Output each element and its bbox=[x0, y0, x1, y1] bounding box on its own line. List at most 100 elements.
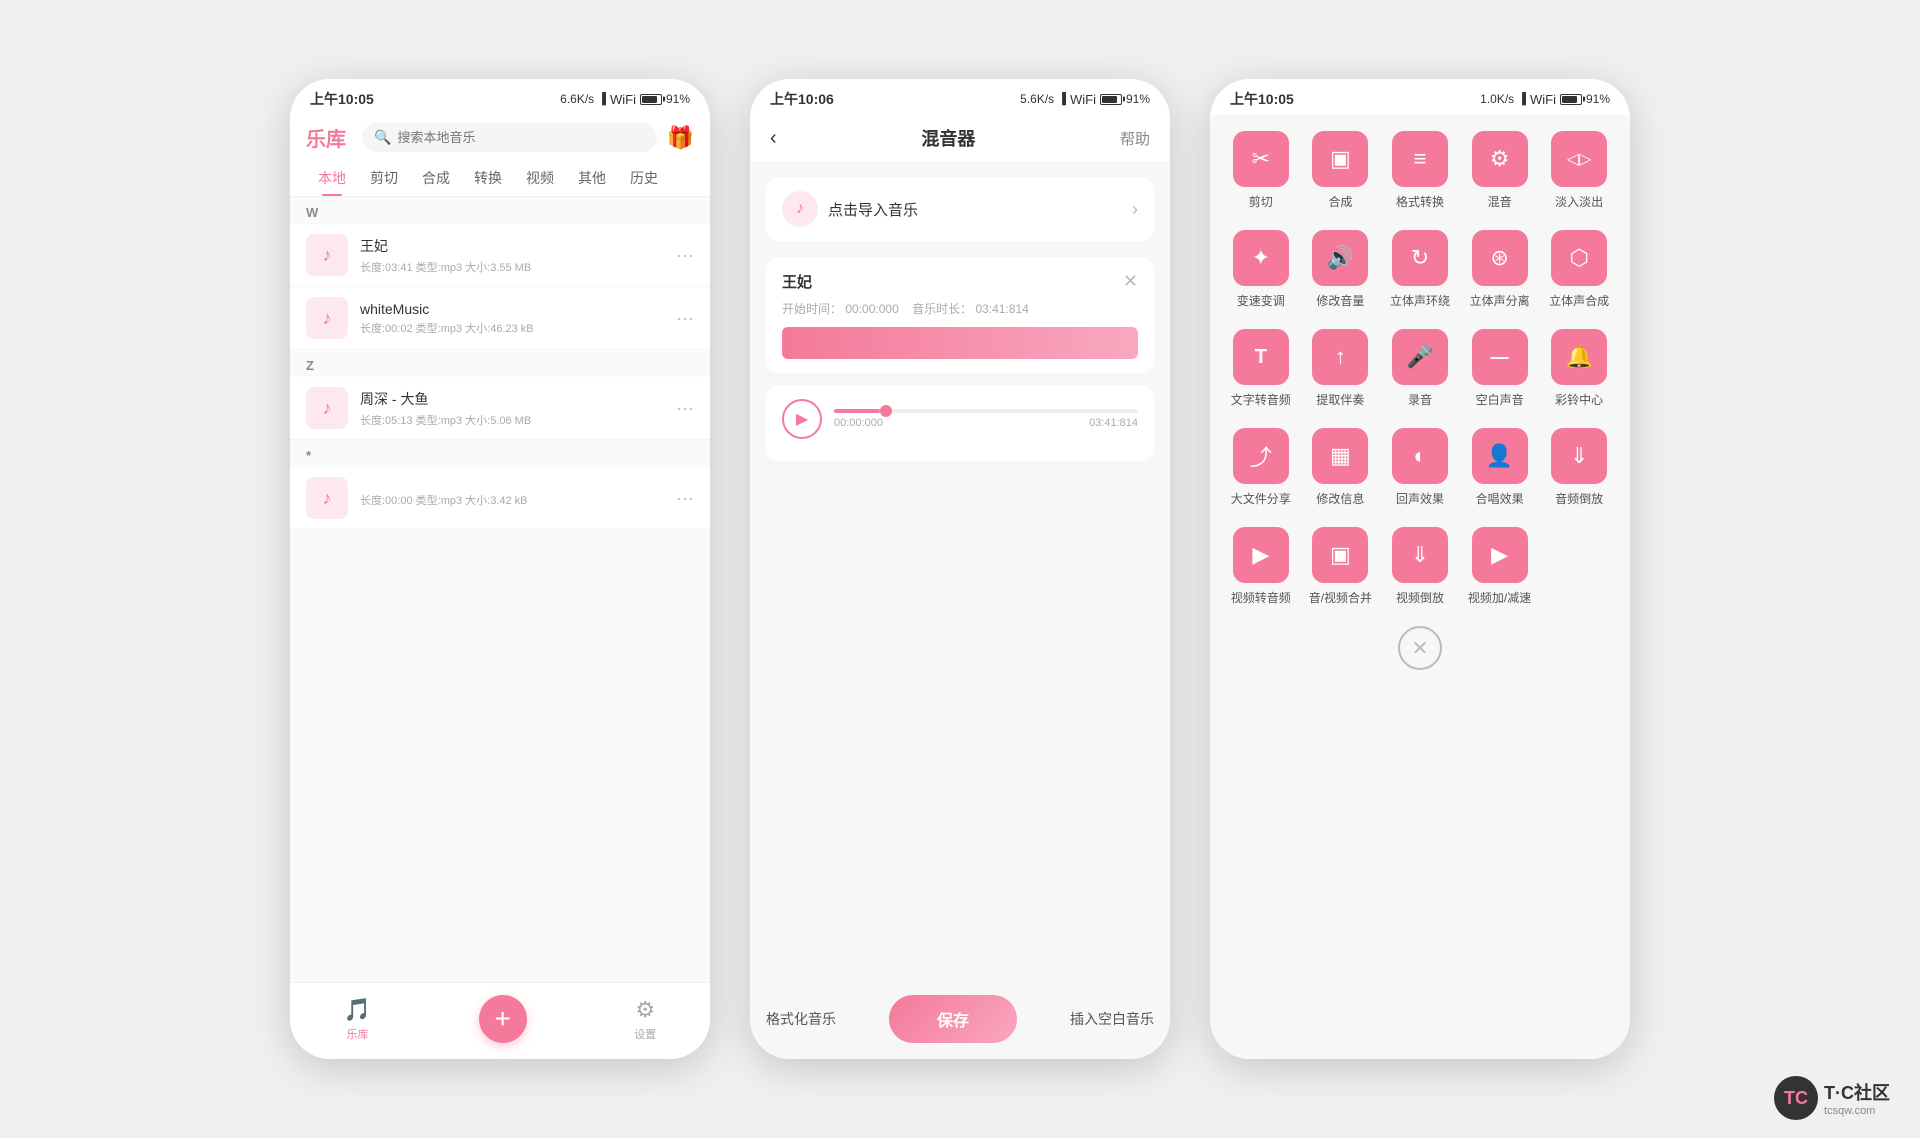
track-section: 王妃 ✕ 开始时间： 00:00:000 音乐时长： 03:41:814 bbox=[766, 257, 1154, 373]
tab-local[interactable]: 本地 bbox=[306, 160, 358, 196]
record-icon: 🎤 bbox=[1392, 329, 1448, 385]
tab-history[interactable]: 历史 bbox=[618, 160, 670, 196]
search-bar[interactable]: 🔍 bbox=[362, 123, 657, 152]
format-convert-icon: ≡ bbox=[1392, 131, 1448, 187]
echo-label: 回声效果 bbox=[1396, 490, 1444, 507]
edit-info-label: 修改信息 bbox=[1316, 490, 1364, 507]
tool-compose[interactable]: ▣ 合成 bbox=[1306, 131, 1376, 210]
ringtone-icon: 🔔 bbox=[1551, 329, 1607, 385]
tool-stereo-split[interactable]: ⊛ 立体声分离 bbox=[1465, 230, 1535, 309]
tool-extract[interactable]: ↑ 提取伴奏 bbox=[1306, 329, 1376, 408]
tool-chorus[interactable]: 👤 合唱效果 bbox=[1465, 428, 1535, 507]
list-item[interactable]: ♪ 王妃 长度:03:41 类型:mp3 大小:3.55 MB ··· bbox=[290, 224, 710, 287]
battery-icon-3 bbox=[1560, 94, 1582, 105]
track-close-button[interactable]: ✕ bbox=[1123, 271, 1138, 292]
more-button[interactable]: ··· bbox=[676, 488, 694, 509]
video-to-audio-icon: ▶ bbox=[1233, 527, 1289, 583]
help-button[interactable]: 帮助 bbox=[1120, 128, 1150, 149]
tool-tts[interactable]: T 文字转音频 bbox=[1226, 329, 1296, 408]
more-button[interactable]: ··· bbox=[676, 398, 694, 419]
network-speed-1: 6.6K/s bbox=[560, 92, 594, 106]
tab-cut[interactable]: 剪切 bbox=[358, 160, 410, 196]
progress-track bbox=[834, 409, 1138, 413]
tool-fade[interactable]: ◁▷ 淡入淡出 bbox=[1544, 131, 1614, 210]
mix-label: 混音 bbox=[1488, 193, 1512, 210]
battery-label-3: 91% bbox=[1586, 92, 1610, 106]
tool-stereo-merge[interactable]: ⬡ 立体声合成 bbox=[1544, 230, 1614, 309]
save-button[interactable]: 保存 bbox=[889, 995, 1017, 1043]
bottom-library[interactable]: 🎵 乐库 bbox=[344, 997, 371, 1042]
back-button[interactable]: ‹ bbox=[770, 127, 777, 150]
video-speed-icon: ▶ bbox=[1472, 527, 1528, 583]
av-merge-icon: ▣ bbox=[1312, 527, 1368, 583]
tool-video-to-audio[interactable]: ▶ 视频转音频 bbox=[1226, 527, 1296, 606]
import-music-button[interactable]: ♪ 点击导入音乐 › bbox=[766, 177, 1154, 241]
network-speed-3: 1.0K/s bbox=[1480, 92, 1514, 106]
tool-format-convert[interactable]: ≡ 格式转换 bbox=[1385, 131, 1455, 210]
mixer-header: ‹ 混音器 帮助 bbox=[750, 115, 1170, 161]
music-thumb: ♪ bbox=[306, 477, 348, 519]
more-button[interactable]: ··· bbox=[676, 245, 694, 266]
fab-add-button[interactable]: + bbox=[479, 995, 527, 1043]
network-speed-2: 5.6K/s bbox=[1020, 92, 1054, 106]
tool-mix[interactable]: ⚙ 混音 bbox=[1465, 131, 1535, 210]
tool-echo[interactable]: ◐ 回声效果 bbox=[1385, 428, 1455, 507]
ringtone-label: 彩铃中心 bbox=[1555, 391, 1603, 408]
battery-label-1: 91% bbox=[666, 92, 690, 106]
mixer-player: ▶ 00:00:000 03:41:814 bbox=[766, 385, 1154, 461]
tool-video-reverse[interactable]: ⇓ 视频倒放 bbox=[1385, 527, 1455, 606]
stereo-merge-icon: ⬡ bbox=[1551, 230, 1607, 286]
play-button[interactable]: ▶ bbox=[782, 399, 822, 439]
tts-icon: T bbox=[1233, 329, 1289, 385]
list-item[interactable]: ♪ whiteMusic 长度:00:02 类型:mp3 大小:46.23 kB… bbox=[290, 287, 710, 350]
mixer-actions: 格式化音乐 保存 插入空白音乐 bbox=[750, 979, 1170, 1059]
app-title: 乐库 bbox=[306, 123, 346, 152]
tool-share[interactable]: ⤴ 大文件分享 bbox=[1226, 428, 1296, 507]
status-icons-3: 1.0K/s ▐ WiFi 91% bbox=[1480, 92, 1610, 107]
tool-av-merge[interactable]: ▣ 音/视频合并 bbox=[1306, 527, 1376, 606]
tool-volume[interactable]: 🔊 修改音量 bbox=[1306, 230, 1376, 309]
time-labels: 00:00:000 03:41:814 bbox=[834, 417, 1138, 429]
tool-cut[interactable]: ✂ 剪切 bbox=[1226, 131, 1296, 210]
track-time-info: 开始时间： 00:00:000 音乐时长： 03:41:814 bbox=[782, 300, 1138, 317]
track-name: 王妃 bbox=[782, 271, 812, 292]
tools-body: ✂ 剪切 ▣ 合成 ≡ 格式转换 ⚙ 混音 ◁▷ 淡入淡出 ✦ 变速变调 bbox=[1210, 115, 1630, 1059]
format-button[interactable]: 格式化音乐 bbox=[766, 1009, 836, 1029]
more-button[interactable]: ··· bbox=[676, 308, 694, 329]
gift-icon[interactable]: 🎁 bbox=[667, 125, 694, 151]
volume-label: 修改音量 bbox=[1316, 292, 1364, 309]
wm-logo: TC bbox=[1774, 1076, 1818, 1120]
insert-silence-button[interactable]: 插入空白音乐 bbox=[1070, 1009, 1154, 1029]
tool-edit-info[interactable]: ▦ 修改信息 bbox=[1306, 428, 1376, 507]
progress-bar[interactable]: 00:00:000 03:41:814 bbox=[834, 409, 1138, 429]
tab-convert[interactable]: 转换 bbox=[462, 160, 514, 196]
tab-compose[interactable]: 合成 bbox=[410, 160, 462, 196]
list-item[interactable]: ♪ 周深 - 大鱼 长度:05:13 类型:mp3 大小:5.06 MB ··· bbox=[290, 377, 710, 440]
silence-icon: — bbox=[1472, 329, 1528, 385]
search-input[interactable] bbox=[397, 130, 644, 145]
music-info: whiteMusic 长度:00:02 类型:mp3 大小:46.23 kB bbox=[360, 301, 664, 336]
settings-label: 设置 bbox=[634, 1026, 656, 1042]
music-name: whiteMusic bbox=[360, 301, 664, 317]
mixer-body: ♪ 点击导入音乐 › 王妃 ✕ 开始时间： 00:00:000 音乐时长： 03… bbox=[750, 161, 1170, 979]
speed-pitch-label: 变速变调 bbox=[1237, 292, 1285, 309]
list-item[interactable]: ♪ 长度:00:00 类型:mp3 大小:3.42 kB ··· bbox=[290, 467, 710, 530]
status-bar-1: 上午10:05 6.6K/s ▐ WiFi 91% bbox=[290, 79, 710, 115]
close-button[interactable]: ✕ bbox=[1398, 626, 1442, 670]
watermark: TC T·C社区 tcsqw.com bbox=[1774, 1076, 1890, 1120]
tab-other[interactable]: 其他 bbox=[566, 160, 618, 196]
tool-silence[interactable]: — 空白声音 bbox=[1465, 329, 1535, 408]
tool-reverse[interactable]: ⇓ 音频倒放 bbox=[1544, 428, 1614, 507]
tool-ringtone[interactable]: 🔔 彩铃中心 bbox=[1544, 329, 1614, 408]
bottom-settings[interactable]: ⚙ 设置 bbox=[634, 997, 656, 1042]
tool-record[interactable]: 🎤 录音 bbox=[1385, 329, 1455, 408]
track-waveform bbox=[782, 327, 1138, 359]
wifi-icon-2: WiFi bbox=[1070, 92, 1096, 107]
tab-video[interactable]: 视频 bbox=[514, 160, 566, 196]
tool-surround[interactable]: ↻ 立体声环绕 bbox=[1385, 230, 1455, 309]
tool-video-speed[interactable]: ▶ 视频加/减速 bbox=[1465, 527, 1535, 606]
tool-speed-pitch[interactable]: ✦ 变速变调 bbox=[1226, 230, 1296, 309]
phone-screen-1: 上午10:05 6.6K/s ▐ WiFi 91% 乐库 🔍 🎁 本地 剪切 合… bbox=[290, 79, 710, 1059]
record-label: 录音 bbox=[1408, 391, 1432, 408]
track-header: 王妃 ✕ bbox=[782, 271, 1138, 292]
